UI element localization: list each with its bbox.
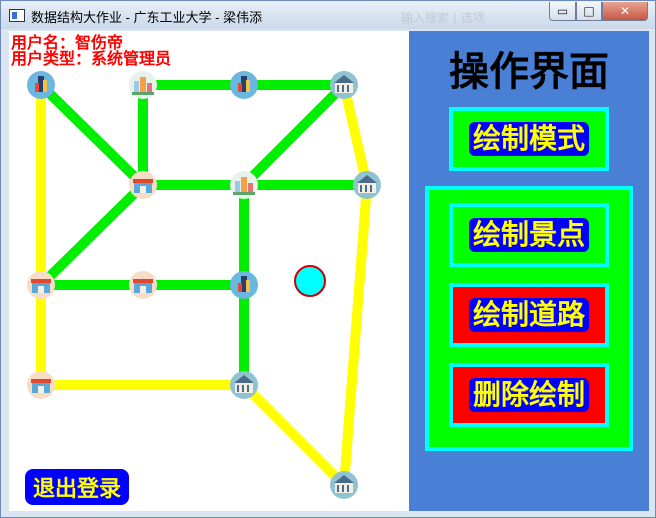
app-icon — [9, 9, 25, 22]
spot-shop-icon[interactable] — [129, 271, 157, 299]
road-green[interactable] — [33, 77, 151, 193]
maximize-icon: □ — [583, 4, 595, 18]
spot-shop-icon[interactable] — [27, 271, 55, 299]
map-canvas[interactable]: 用户名：智伤帝 用户类型：系统管理员 退出登录 — [9, 31, 409, 511]
close-button[interactable]: ✕ — [602, 2, 648, 21]
app-window: 数据结构大作业 - 广东工业大学 - 梁伟添 输入搜索 | 选项 ▭ □ ✕ 用… — [0, 0, 656, 518]
delete-drawing-label: 删除绘制 — [468, 378, 589, 412]
draw-mode-button[interactable]: 绘制模式 — [449, 107, 609, 171]
maximize-button[interactable]: □ — [576, 2, 602, 21]
draw-mode-label: 绘制模式 — [468, 122, 589, 156]
close-icon: ✕ — [619, 4, 631, 18]
spot-building-icon[interactable] — [353, 171, 381, 199]
draw-road-button[interactable]: 绘制道路 — [449, 283, 609, 347]
spot-tower-icon[interactable] — [230, 71, 258, 99]
spot-building-icon[interactable] — [330, 71, 358, 99]
road-yellow[interactable] — [236, 377, 352, 493]
spot-building-icon[interactable] — [330, 471, 358, 499]
spot-building-icon[interactable] — [230, 371, 258, 399]
draw-spot-button[interactable]: 绘制景点 — [449, 203, 609, 267]
spot-shop-icon[interactable] — [27, 371, 55, 399]
user-type-label: 用户类型：系统管理员 — [11, 49, 172, 68]
minimize-button[interactable]: ▭ — [549, 2, 576, 21]
minimize-icon: ▭ — [556, 4, 569, 18]
draw-spot-label: 绘制景点 — [468, 218, 589, 252]
placement-cursor-marker[interactable] — [294, 265, 326, 297]
title-bar[interactable]: 数据结构大作业 - 广东工业大学 - 梁伟添 输入搜索 | 选项 ▭ □ ✕ — [1, 1, 655, 29]
map-graph[interactable] — [9, 31, 409, 511]
spot-city-icon[interactable] — [230, 171, 258, 199]
spot-city-icon[interactable] — [129, 71, 157, 99]
spot-tower-icon[interactable] — [230, 271, 258, 299]
spot-tower-icon[interactable] — [27, 71, 55, 99]
logout-label: 退出登录 — [32, 477, 121, 502]
road-green[interactable] — [33, 177, 151, 293]
window-title: 数据结构大作业 - 广东工业大学 - 梁伟添 — [31, 10, 263, 25]
spot-shop-icon[interactable] — [129, 171, 157, 199]
operation-panel: 操作界面 绘制模式 绘制景点 绘制道路 删除绘制 — [409, 31, 649, 511]
panel-title: 操作界面 — [449, 49, 609, 95]
road-green[interactable] — [236, 77, 352, 193]
background-window-text: 输入搜索 | 选项 — [401, 11, 485, 25]
draw-road-label: 绘制道路 — [468, 298, 589, 332]
logout-button[interactable]: 退出登录 — [25, 469, 129, 505]
road-yellow[interactable] — [338, 79, 373, 191]
road-yellow[interactable] — [338, 179, 373, 491]
delete-drawing-button[interactable]: 删除绘制 — [449, 363, 609, 427]
